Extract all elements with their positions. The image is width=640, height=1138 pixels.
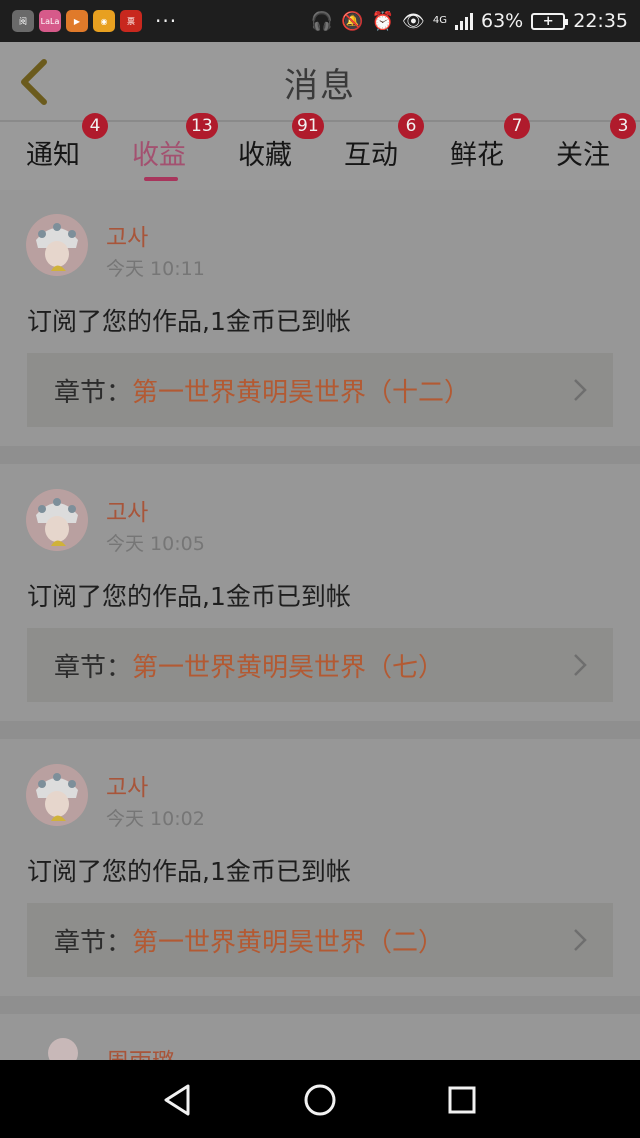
mute-icon: 🔕	[341, 10, 364, 32]
chevron-right-icon	[574, 929, 587, 951]
message-time: 今天 10:05	[106, 533, 205, 555]
chapter-link[interactable]: 章节： 第一世界黄明昊世界（二）	[27, 903, 613, 977]
message-card: 고사 今天 10:05 订阅了您的作品,1金币已到帐 章节： 第一世界黄明昊世界…	[0, 464, 640, 721]
tab-label: 收藏	[238, 139, 292, 171]
avatar-image	[26, 214, 88, 276]
chevron-right-icon	[574, 654, 587, 676]
tab-badge: 13	[186, 113, 218, 139]
avatar-image	[26, 764, 88, 826]
message-card: 고사 今天 10:02 订阅了您的作品,1金币已到帐 章节： 第一世界黄明昊世界…	[0, 739, 640, 996]
user-name[interactable]: 고사	[106, 493, 148, 527]
user-name[interactable]: 고사	[106, 218, 148, 252]
chapter-title: 第一世界黄明昊世界（十二）	[132, 377, 471, 408]
recents-nav-icon[interactable]	[442, 1080, 482, 1120]
message-text: 订阅了您的作品,1金币已到帐	[27, 582, 351, 611]
page-title: 消息	[284, 65, 356, 106]
chapter-link[interactable]: 章节： 第一世界黄明昊世界（十二）	[27, 353, 613, 427]
chapter-link[interactable]: 章节： 第一世界黄明昊世界（七）	[27, 628, 613, 702]
tab-label: 关注	[556, 139, 610, 171]
home-nav-icon[interactable]	[300, 1080, 340, 1120]
back-nav-icon[interactable]	[158, 1080, 198, 1120]
headphones-icon: 🎧	[310, 10, 334, 32]
message-text: 订阅了您的作品,1金币已到帐	[27, 307, 351, 336]
avatar-image	[26, 489, 88, 551]
battery-icon: +	[531, 12, 569, 30]
network-type: 4G	[432, 15, 447, 26]
header: 消息	[0, 42, 640, 122]
clock: 22:35	[573, 10, 628, 32]
eye-icon: 👁	[402, 10, 425, 32]
tab-label: 鲜花	[450, 139, 504, 171]
battery-percent: 63%	[481, 10, 524, 32]
tab-favorites[interactable]: 收藏	[238, 122, 292, 182]
tab-bar: 通知 4 收益 13 收藏 91 互动 6 鲜花 7 关注 3	[0, 113, 640, 188]
back-icon[interactable]	[14, 58, 54, 106]
avatar[interactable]	[26, 764, 88, 826]
chapter-title: 第一世界黄明昊世界（二）	[132, 927, 445, 958]
tab-badge: 3	[610, 113, 636, 139]
avatar[interactable]	[26, 214, 88, 276]
chapter-label: 章节：	[54, 377, 133, 408]
tab-badge: 4	[82, 113, 108, 139]
tab-earnings[interactable]: 收益	[132, 122, 186, 182]
message-card: 周雨璐	[0, 1014, 640, 1060]
tab-flowers[interactable]: 鲜花	[450, 122, 504, 182]
card-separator	[0, 721, 640, 739]
message-time: 今天 10:11	[106, 258, 205, 280]
app-icon-4: ◉	[93, 10, 115, 32]
card-separator	[0, 446, 640, 464]
system-nav-bar	[0, 1060, 640, 1138]
app-icon-5: 票	[120, 10, 142, 32]
tab-badge: 91	[292, 113, 324, 139]
message-text: 订阅了您的作品,1金币已到帐	[27, 857, 351, 886]
tab-badge: 6	[398, 113, 424, 139]
card-separator	[0, 996, 640, 1014]
alarm-icon: ⏰	[371, 10, 395, 32]
app-icon-3: ▶	[66, 10, 88, 32]
notification-apps: 阅 LaLa ▶ ◉ 票 ···	[12, 9, 177, 33]
chevron-right-icon	[574, 379, 587, 401]
tab-label: 互动	[344, 139, 398, 171]
message-card: 고사 今天 10:11 订阅了您的作品,1金币已到帐 章节： 第一世界黄明昊世界…	[0, 190, 640, 446]
tab-interactions[interactable]: 互动	[344, 122, 398, 182]
chapter-label: 章节：	[54, 652, 133, 683]
avatar[interactable]	[26, 489, 88, 551]
chapter-title: 第一世界黄明昊世界（七）	[132, 652, 445, 683]
more-notifications-icon: ···	[155, 9, 178, 33]
app-icon-2: LaLa	[39, 10, 61, 32]
tab-following[interactable]: 关注	[556, 122, 610, 182]
tab-badge: 7	[504, 113, 530, 139]
message-time: 今天 10:02	[106, 808, 205, 830]
signal-icon	[455, 12, 473, 30]
user-name[interactable]: 고사	[106, 768, 148, 802]
status-bar: 阅 LaLa ▶ ◉ 票 ··· 🎧 🔕 ⏰ 👁 4G 63% + 22:35	[0, 0, 640, 42]
user-name[interactable]: 周雨璐	[106, 1042, 175, 1060]
active-tab-indicator	[144, 177, 178, 181]
app-icon-1: 阅	[12, 10, 34, 32]
avatar[interactable]	[48, 1038, 78, 1060]
tab-notifications[interactable]: 通知	[26, 122, 80, 182]
tab-label: 通知	[26, 139, 80, 171]
chapter-label: 章节：	[54, 927, 133, 958]
tab-label: 收益	[132, 139, 186, 171]
